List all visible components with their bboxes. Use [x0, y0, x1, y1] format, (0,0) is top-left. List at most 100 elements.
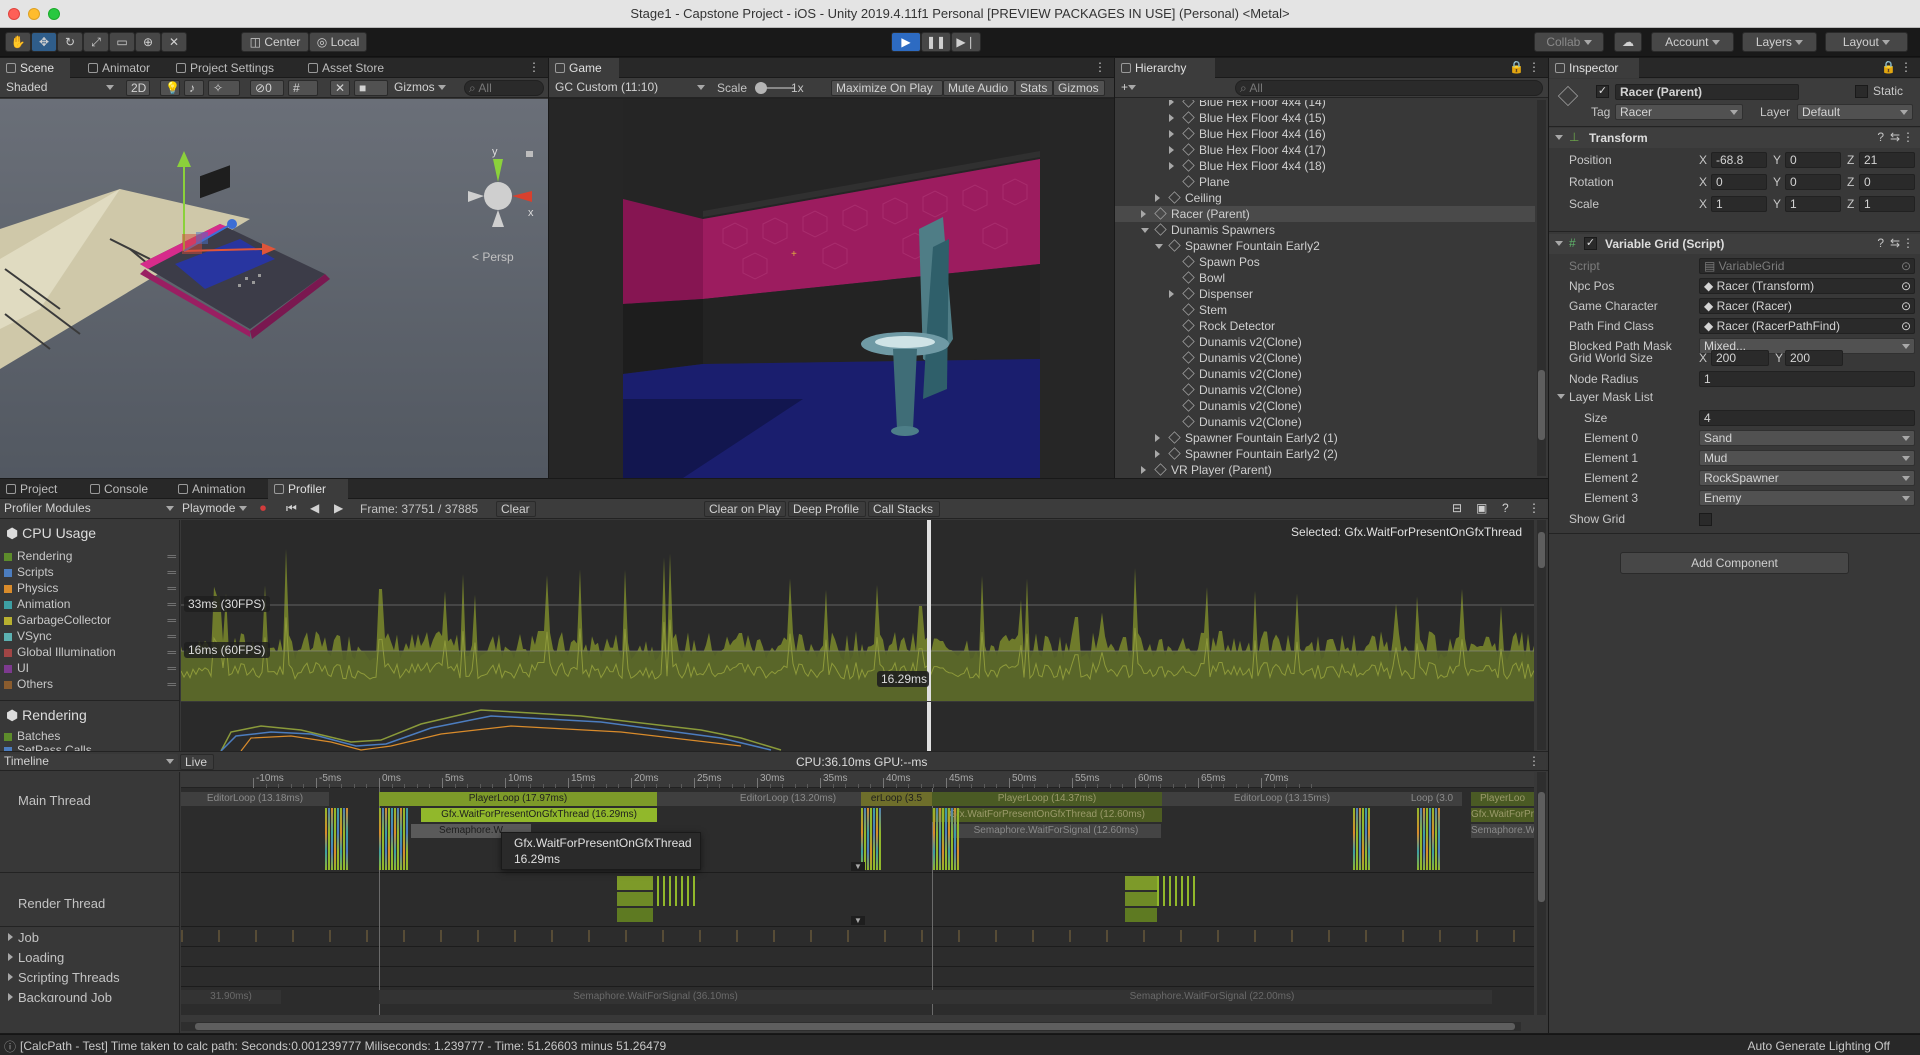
scene-viewport[interactable]: y x < Persp [0, 99, 548, 478]
rotate-tool-button[interactable]: ↻ [57, 32, 83, 52]
object-reference-field[interactable]: ◆ Racer (Racer) ⊙ [1699, 298, 1915, 314]
hierarchy-item[interactable]: Ceiling [1115, 190, 1535, 206]
timeline-sample-stack[interactable] [397, 808, 399, 870]
expand-background-icon[interactable] [8, 993, 13, 1001]
aspect-dropdown[interactable]: GC Custom (11:10) [551, 80, 709, 96]
drag-handle-icon[interactable]: ═ [167, 548, 176, 564]
layout-dropdown[interactable]: Layout [1825, 32, 1908, 52]
tab-profiler[interactable]: Profiler [268, 479, 348, 499]
hierarchy-item[interactable]: Blue Hex Floor 4x4 (15) [1115, 110, 1535, 126]
hidden-objects-toggle[interactable]: ⊘0 [250, 80, 284, 96]
clear-button[interactable]: Clear [496, 501, 536, 517]
hierarchy-item[interactable]: Spawner Fountain Early2 [1115, 238, 1535, 254]
legend-item[interactable]: Global Illumination ═ [4, 644, 176, 660]
panel-menu-icon[interactable]: ⋮ [528, 60, 540, 74]
hierarchy-item[interactable]: Dunamis v2(Clone) [1115, 334, 1535, 350]
hierarchy-item[interactable]: VR Player (Parent) [1115, 462, 1535, 478]
drag-handle-icon[interactable]: ═ [167, 612, 176, 628]
hierarchy-item[interactable]: Dunamis Spawners [1115, 222, 1535, 238]
object-picker-icon[interactable]: ⊙ [1901, 299, 1911, 313]
hierarchy-item[interactable]: Dunamis v2(Clone) [1115, 350, 1535, 366]
grid-world-size-y[interactable]: 200 [1785, 350, 1843, 366]
legend-item[interactable]: Rendering ═ [4, 548, 176, 564]
expand-job-icon[interactable] [8, 933, 13, 941]
scale-slider[interactable] [755, 82, 795, 94]
grid-world-size-x[interactable]: 200 [1711, 350, 1769, 366]
tab-scene[interactable]: Scene [0, 58, 70, 78]
element-layer-dropdown[interactable]: Enemy [1699, 490, 1915, 506]
scripting-threads-label[interactable]: Scripting Threads [18, 970, 120, 985]
next-frame-button[interactable]: ▶ [330, 501, 352, 517]
timeline-sample-stack[interactable] [870, 808, 872, 870]
call-stacks-toggle[interactable]: Call Stacks [868, 501, 940, 517]
object-picker-icon[interactable]: ⊙ [1901, 319, 1911, 333]
foldout-icon[interactable] [1557, 394, 1565, 399]
hierarchy-item[interactable]: Rock Detector [1115, 318, 1535, 334]
lock-icon[interactable] [526, 151, 533, 157]
expand-scripting-icon[interactable] [8, 973, 13, 981]
expand-icon[interactable] [1155, 434, 1160, 442]
custom-tool-button[interactable]: ✕ [161, 32, 187, 52]
hierarchy-item[interactable]: Racer (Parent) [1115, 206, 1535, 222]
transform-header[interactable]: ⊥ Transform ? ⇆ ⋮ [1549, 128, 1920, 148]
object-reference-field[interactable]: ◆ Racer (RacerPathFind) ⊙ [1699, 318, 1915, 334]
move-tool-button[interactable]: ✥ [31, 32, 57, 52]
live-toggle[interactable]: Live [180, 754, 214, 770]
gfx-wait-sample[interactable]: Gfx.WaitForPresentOnGfxThread (12.60ms) [932, 808, 1162, 822]
collab-dropdown[interactable]: Collab [1534, 32, 1604, 52]
timeline-sample-stack[interactable] [1435, 808, 1437, 870]
semaphore-sample[interactable]: Semaphore.W [1471, 824, 1534, 838]
timeline-sample-stack[interactable] [400, 808, 402, 870]
timeline-menu-icon[interactable]: ⋮ [1528, 754, 1540, 768]
tab-inspector[interactable]: Inspector [1549, 58, 1639, 78]
minimize-window-button[interactable] [28, 8, 40, 20]
game-viewport[interactable]: + [623, 99, 1040, 478]
help-icon[interactable]: ? [1877, 236, 1884, 250]
timeline-sample-stack[interactable] [1362, 808, 1364, 870]
timeline-sample-stack[interactable] [948, 808, 950, 870]
collapse-icon[interactable] [1155, 244, 1163, 249]
editor-loop-sample[interactable]: EditorLoop (13.18ms) [181, 792, 329, 806]
render-thread-sample[interactable] [617, 892, 653, 906]
lock-icon[interactable]: 🔒 [1881, 60, 1896, 74]
save-button[interactable]: ▣ [1472, 501, 1494, 517]
play-button[interactable]: ▶ [891, 32, 921, 52]
timeline-sample-stack[interactable] [1368, 808, 1370, 870]
timeline-sample-stack[interactable] [957, 808, 959, 870]
loading-group-label[interactable]: Loading [18, 950, 64, 965]
lock-icon[interactable]: 🔒 [1509, 60, 1524, 74]
timeline-sample-stack[interactable] [379, 808, 381, 870]
gfx-wait-sample[interactable]: Gfx.WaitForPresentOnGfxThread (16.29ms) [421, 808, 657, 822]
semaphore-sample[interactable]: Semaphore.WaitForSignal (12.60ms) [951, 824, 1161, 838]
transform-position-z[interactable]: 21 [1859, 152, 1915, 168]
job-group-label[interactable]: Job [18, 930, 39, 945]
view-mode-dropdown[interactable]: Timeline [0, 754, 178, 770]
account-dropdown[interactable]: Account [1651, 32, 1734, 52]
transform-scale-x[interactable]: 1 [1711, 196, 1767, 212]
zoom-window-button[interactable] [48, 8, 60, 20]
timeline-sample-stack[interactable] [1429, 808, 1431, 870]
tab-game[interactable]: Game [549, 58, 619, 78]
show-grid-checkbox[interactable] [1699, 513, 1712, 526]
hierarchy-item[interactable]: Spawner Fountain Early2 (1) [1115, 430, 1535, 446]
expand-icon[interactable] [1169, 130, 1174, 138]
static-checkbox[interactable] [1855, 85, 1868, 98]
timeline-sample-stack[interactable] [334, 808, 336, 870]
timeline-sample-stack[interactable] [867, 808, 869, 870]
timeline-sample-stack[interactable] [1426, 808, 1428, 870]
setpass-legend[interactable]: SetPass Calls [4, 742, 92, 751]
drag-handle-icon[interactable]: ═ [167, 580, 176, 596]
layers-dropdown[interactable]: Layers [1742, 32, 1817, 52]
timeline-sample-stack[interactable] [343, 808, 345, 870]
tab-console[interactable]: Console [84, 479, 154, 499]
expand-icon[interactable] [1155, 450, 1160, 458]
player-loop-sample[interactable]: PlayerLoop (17.97ms) [379, 792, 657, 806]
scale-tool-button[interactable]: ⤢ [83, 32, 109, 52]
timeline-sample-stack[interactable] [331, 808, 333, 870]
expand-loading-icon[interactable] [8, 953, 13, 961]
2d-toggle[interactable]: 2D [126, 80, 150, 96]
tag-dropdown[interactable]: Racer [1615, 104, 1743, 120]
hierarchy-item[interactable]: Spawn Pos [1115, 254, 1535, 270]
timeline-vscrollbar[interactable] [1537, 772, 1546, 1015]
hand-tool-button[interactable]: ✋ [5, 32, 31, 52]
